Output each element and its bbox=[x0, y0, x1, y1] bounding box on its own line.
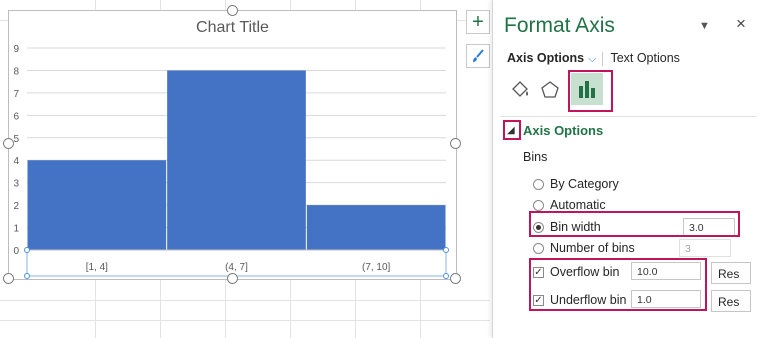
fill-line-button[interactable] bbox=[505, 75, 535, 105]
section-title[interactable]: Axis Options bbox=[523, 123, 603, 138]
x-tick-label: [1, 4] bbox=[86, 262, 108, 273]
y-tick-label: 3 bbox=[13, 179, 19, 190]
axis-selection-handle bbox=[443, 273, 449, 279]
y-tick-label: 7 bbox=[13, 89, 19, 100]
radio-automatic[interactable]: Automatic bbox=[533, 198, 606, 212]
radio-button[interactable] bbox=[533, 242, 544, 254]
y-tick-label: 8 bbox=[13, 66, 19, 77]
axis-selection-handle bbox=[443, 247, 449, 253]
resize-handle[interactable] bbox=[227, 5, 238, 16]
pane-title: Format Axis bbox=[504, 14, 615, 37]
bins-label: Bins bbox=[523, 150, 548, 164]
reset-button[interactable]: Res bbox=[711, 290, 751, 312]
highlight-axis-options-icon bbox=[568, 70, 613, 112]
highlight-bin-width bbox=[529, 211, 740, 237]
y-tick-label: 5 bbox=[13, 134, 19, 145]
radio-button[interactable] bbox=[533, 178, 544, 190]
chevron-down-icon[interactable]: ▼ bbox=[699, 20, 710, 32]
option-tabs: Axis Options ⌵ Text Options bbox=[507, 51, 680, 66]
x-tick-label: (7, 10] bbox=[362, 262, 391, 273]
plot-area: 0 1 2 3 4 5 6 7 8 9 [1, 4] (4, 7] (7, 10] bbox=[13, 44, 449, 279]
bar[interactable] bbox=[167, 70, 306, 250]
bar[interactable] bbox=[27, 160, 167, 250]
tab-text-options[interactable]: Text Options bbox=[610, 51, 679, 65]
radio-label: Automatic bbox=[550, 198, 606, 212]
resize-handle[interactable] bbox=[450, 138, 461, 149]
x-tick-label: (4, 7] bbox=[225, 262, 248, 273]
highlight-section-toggle bbox=[503, 120, 521, 140]
axis-selection-handle bbox=[24, 247, 30, 253]
tab-axis-options[interactable]: Axis Options bbox=[507, 51, 584, 65]
y-tick-label: 4 bbox=[13, 156, 19, 167]
radio-button[interactable] bbox=[533, 199, 544, 211]
paint-bucket-icon bbox=[512, 81, 528, 97]
axis-selection-handle bbox=[24, 273, 30, 279]
resize-handle[interactable] bbox=[3, 273, 14, 284]
close-icon[interactable]: × bbox=[736, 14, 746, 34]
chart-styles-button[interactable] bbox=[466, 44, 490, 68]
radio-by-category[interactable]: By Category bbox=[533, 177, 619, 191]
y-tick-label: 9 bbox=[13, 44, 19, 55]
resize-handle[interactable] bbox=[3, 138, 14, 149]
resize-handle[interactable] bbox=[450, 273, 461, 284]
bar[interactable] bbox=[306, 205, 446, 250]
chart-elements-button[interactable]: + bbox=[466, 10, 490, 34]
plus-icon: + bbox=[472, 11, 484, 33]
y-tick-label: 6 bbox=[13, 111, 19, 122]
resize-handle[interactable] bbox=[227, 273, 238, 284]
format-axis-pane: Format Axis ▼ × Axis Options ⌵ Text Option… bbox=[492, 0, 768, 338]
y-tick-label: 0 bbox=[13, 246, 19, 257]
pentagon-icon bbox=[541, 81, 559, 98]
divider bbox=[501, 116, 757, 117]
effects-button[interactable] bbox=[535, 75, 565, 105]
chevron-down-icon[interactable]: ⌵ bbox=[588, 53, 596, 65]
highlight-overflow-underflow bbox=[529, 258, 707, 311]
brush-icon bbox=[473, 49, 484, 62]
radio-number-of-bins[interactable]: Number of bins bbox=[533, 241, 635, 255]
radio-label: Number of bins bbox=[550, 241, 635, 255]
y-tick-label: 2 bbox=[13, 201, 19, 212]
reset-button[interactable]: Res bbox=[711, 262, 751, 284]
number-of-bins-input[interactable]: 3 bbox=[679, 239, 731, 257]
histogram-chart[interactable]: Chart Title 0 1 2 3 4 5 6 7 8 9 [1, 4] (4, 7] (7, 10… bbox=[8, 10, 457, 280]
radio-label: By Category bbox=[550, 177, 619, 191]
y-tick-label: 1 bbox=[13, 224, 19, 235]
